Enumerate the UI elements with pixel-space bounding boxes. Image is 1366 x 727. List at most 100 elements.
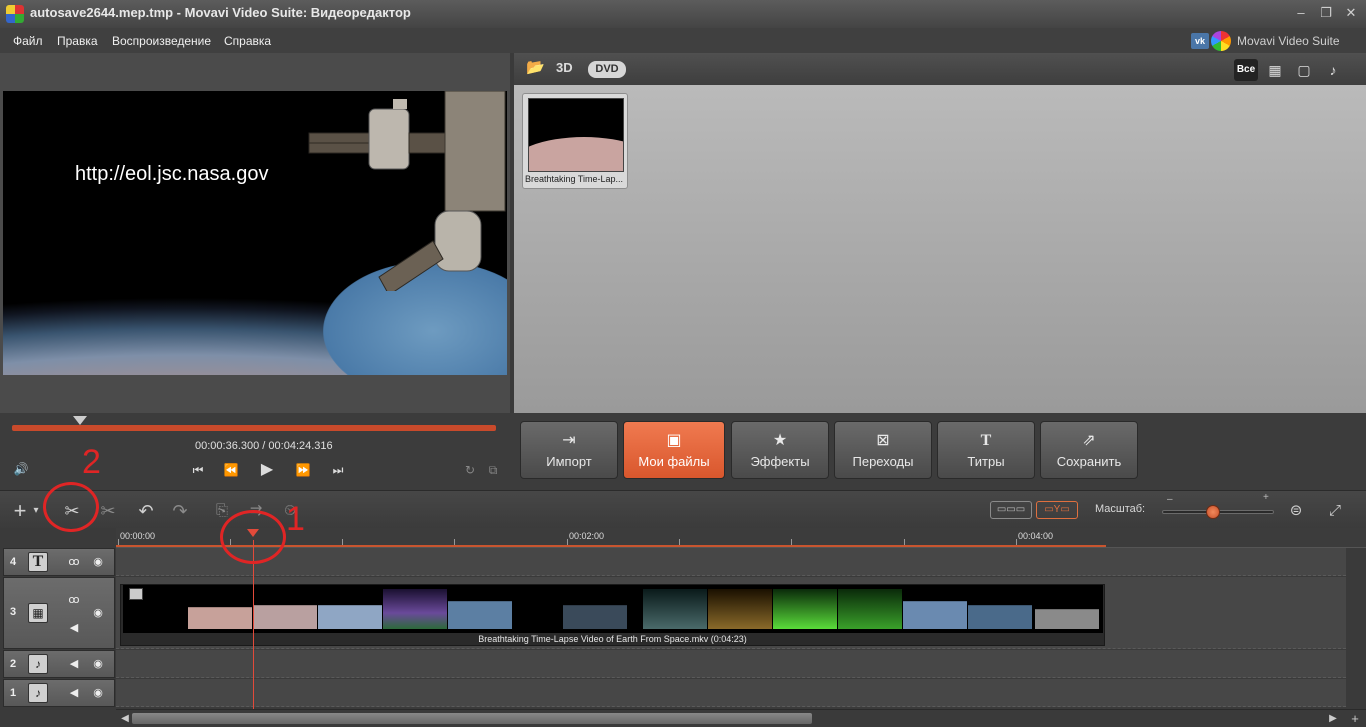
audio-track-icon: ♪ [28, 683, 48, 703]
track-visibility-icon[interactable]: ◉ [90, 554, 106, 570]
import-button[interactable]: ⇥ Импорт [520, 421, 618, 479]
filter-image-icon[interactable]: ▢ [1292, 59, 1316, 81]
titles-track-icon: T [28, 552, 48, 572]
title-bar: autosave2644.mep.tmp - Movavi Video Suit… [0, 0, 1366, 28]
maximize-button[interactable]: ❐ [1315, 4, 1337, 22]
video-preview[interactable]: http://eol.jsc.nasa.gov [3, 91, 507, 375]
menu-help[interactable]: Справка [224, 34, 271, 48]
scrubber-handle[interactable] [72, 416, 87, 425]
undo-icon[interactable]: ↶ [134, 500, 158, 522]
add-dropdown-icon[interactable]: ▾ [30, 500, 42, 522]
track-header-4: 4 T ꝏ ◉ [3, 548, 115, 576]
add-icon[interactable]: + [8, 500, 32, 522]
total-time: 00:04:24.316 [268, 440, 333, 452]
video-clip[interactable]: Breathtaking Time-Lapse Video of Earth F… [120, 584, 1105, 646]
titles-icon: T [980, 432, 992, 449]
filter-audio-icon[interactable]: ♪ [1321, 59, 1345, 81]
go-to-end-button[interactable]: ⏭ [327, 461, 349, 479]
cut-clip-icon[interactable]: ✂ [96, 500, 120, 522]
video-overlay-url: http://eol.jsc.nasa.gov [75, 163, 269, 185]
annotation-number-2: 2 [82, 443, 101, 481]
titles-button[interactable]: T Титры [937, 421, 1035, 479]
menu-playback[interactable]: Воспроизведение [112, 34, 211, 48]
filter-all-button[interactable]: Все [1234, 59, 1258, 81]
storyboard-view-button[interactable]: ▭▭▭ [990, 501, 1032, 519]
file-thumbnail [528, 98, 624, 172]
track-number: 1 [10, 687, 17, 699]
movavi-logo-icon [1211, 31, 1231, 51]
vk-icon[interactable]: vk [1191, 33, 1209, 49]
track-audio-icon[interactable]: ◀ [66, 620, 82, 636]
zoom-minus-icon[interactable]: – [1167, 494, 1173, 505]
timeline-scrollbar[interactable]: ◀ ▶ + [116, 709, 1366, 727]
scroll-right-icon[interactable]: ▶ [1326, 712, 1340, 726]
menu-edit[interactable]: Правка [57, 34, 98, 48]
app-icon [6, 5, 24, 23]
menu-bar: Файл Правка Воспроизведение Справка vk M… [0, 28, 1366, 53]
annotation-number-1: 1 [286, 500, 305, 538]
save-button[interactable]: ⇗ Сохранить [1040, 421, 1138, 479]
fullscreen-icon[interactable]: ⤢ [1323, 500, 1347, 522]
dvd-button[interactable]: DVD [588, 61, 626, 78]
brand-name: Movavi Video Suite [1237, 34, 1340, 48]
zoom-slider[interactable] [1162, 505, 1274, 519]
track-visibility-icon[interactable]: ◉ [90, 685, 106, 701]
zoom-fit-icon[interactable]: ⊜ [1284, 500, 1308, 522]
ruler-label: 00:02:00 [569, 531, 605, 541]
track-lane-4[interactable] [116, 548, 1346, 576]
preview-panel: http://eol.jsc.nasa.gov [0, 53, 510, 413]
effects-button[interactable]: ★ Эффекты [731, 421, 829, 479]
track-visibility-icon[interactable]: ◉ [90, 605, 106, 621]
library-file-item[interactable]: Breathtaking Time-Lap... [522, 93, 628, 189]
track-audio-icon[interactable]: ◀ [66, 685, 82, 701]
scroll-left-icon[interactable]: ◀ [118, 712, 132, 726]
3d-button[interactable]: 3D [556, 60, 573, 75]
my-files-button[interactable]: ▣ Мои файлы [623, 421, 725, 479]
track-effects-icon[interactable]: ꝏ [66, 592, 82, 608]
scrollbar-thumb[interactable] [132, 713, 812, 724]
track-number: 4 [10, 556, 17, 568]
import-label: Импорт [546, 454, 592, 469]
zoom-in-icon[interactable]: + [1348, 712, 1362, 726]
menu-file[interactable]: Файл [13, 34, 43, 48]
redo-icon[interactable]: ↷ [168, 500, 192, 522]
go-to-start-button[interactable]: ⏮ [187, 461, 209, 479]
mode-tabs: ⇥ Импорт ▣ Мои файлы ★ Эффекты ⊠ Переход… [512, 413, 1366, 490]
star-icon: ★ [772, 432, 788, 449]
track-lane-2[interactable] [116, 650, 1346, 678]
fast-forward-button[interactable]: ⏩ [292, 461, 314, 479]
zoom-plus-icon[interactable]: + [1263, 492, 1269, 503]
zoom-slider-knob[interactable] [1206, 505, 1221, 519]
playback-controls: 00:00:36.300 / 00:04:24.316 🔊 ⏮ ⏪ ▶ ⏩ ⏭ … [0, 413, 512, 490]
ruler-label: 00:04:00 [1018, 531, 1054, 541]
effects-label: Эффекты [750, 454, 810, 469]
timeline-view-button[interactable]: ▭Y▭ [1036, 501, 1078, 519]
loop-icon[interactable]: ↻ [459, 461, 481, 479]
timeline-toolbar: + ▾ ✂ ✂ ↶ ↷ ⎘ ⇉ ⏲ ▭▭▭ ▭Y▭ Масштаб: – + ⊜… [0, 490, 1366, 528]
crop-icon[interactable]: ⧉ [482, 461, 504, 479]
close-button[interactable]: ✕ [1340, 4, 1362, 22]
playback-scrubber[interactable] [12, 425, 496, 431]
audio-track-icon: ♪ [28, 654, 48, 674]
import-icon: ⇥ [562, 432, 576, 449]
film-icon [129, 588, 143, 600]
rewind-button[interactable]: ⏪ [220, 461, 242, 479]
transitions-button[interactable]: ⊠ Переходы [834, 421, 932, 479]
minimize-button[interactable]: – [1290, 4, 1312, 22]
library-toolbar: 📂 3D DVD Все ▦ ▢ ♪ [514, 53, 1366, 85]
filter-video-icon[interactable]: ▦ [1263, 59, 1287, 81]
volume-icon[interactable]: 🔊 [10, 460, 32, 478]
play-button[interactable]: ▶ [256, 461, 278, 479]
titles-label: Титры [967, 454, 1005, 469]
track-header-1: 1 ♪ ◀ ◉ [3, 679, 115, 707]
track-lane-1[interactable] [116, 679, 1346, 707]
track-visibility-icon[interactable]: ◉ [90, 656, 106, 672]
clip-label: Breathtaking Time-Lapse Video of Earth F… [478, 634, 747, 644]
playhead-line[interactable] [253, 540, 254, 710]
track-header-3: 3 ▦ ꝏ ◀ ◉ [3, 577, 115, 649]
track-effects-icon[interactable]: ꝏ [66, 554, 82, 570]
track-audio-icon[interactable]: ◀ [66, 656, 82, 672]
my-files-label: Мои файлы [638, 454, 710, 469]
save-icon: ⇗ [1082, 432, 1096, 449]
folder-icon[interactable]: 📂 [526, 58, 545, 76]
